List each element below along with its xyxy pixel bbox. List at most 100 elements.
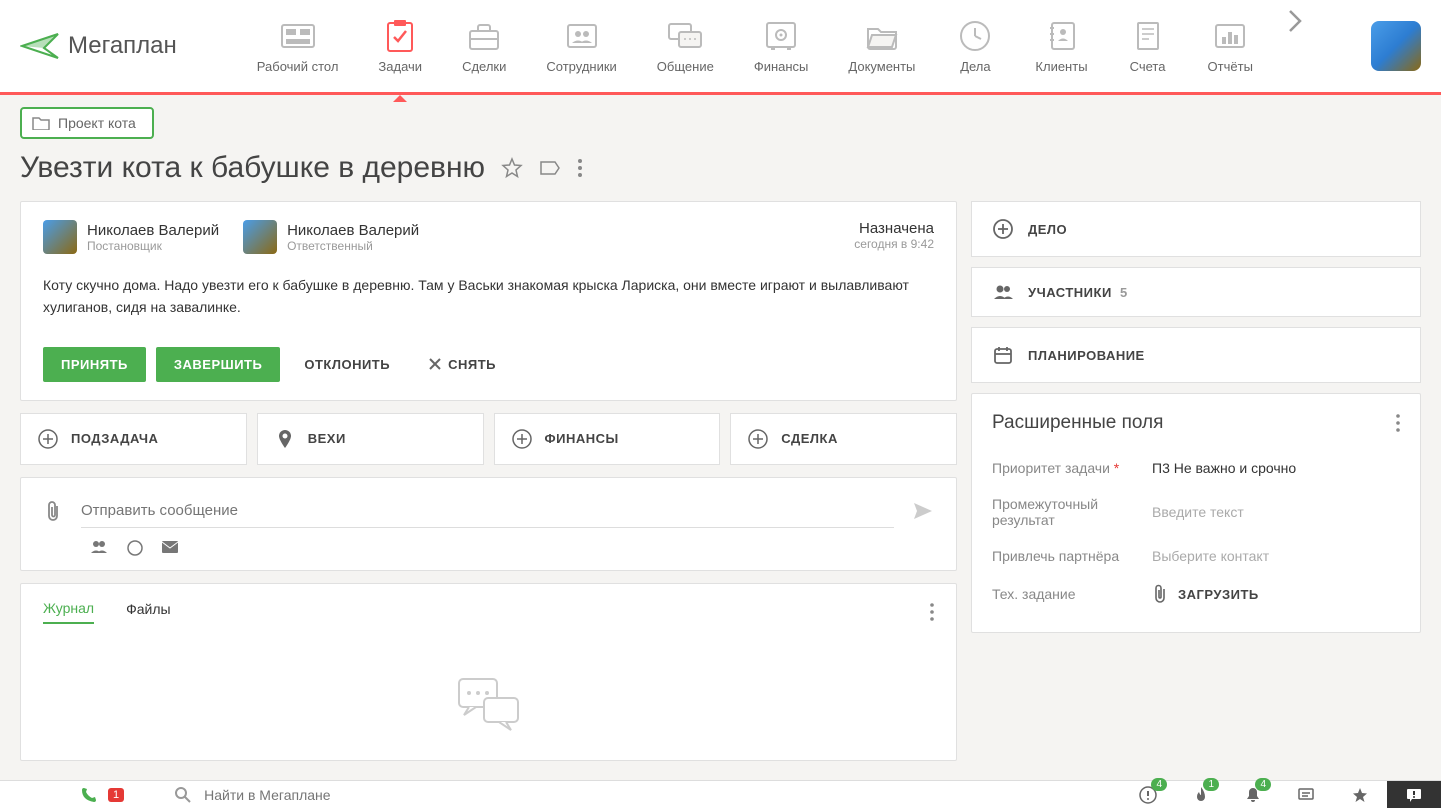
user-avatar[interactable] — [1371, 21, 1421, 71]
chat-bubbles-icon — [454, 674, 524, 734]
add-label: ВЕХИ — [308, 431, 346, 446]
badge: 4 — [1255, 778, 1271, 791]
add-label: ПОДЗАДАЧА — [71, 431, 158, 446]
search-icon[interactable] — [174, 786, 192, 804]
tab-journal[interactable]: Журнал — [43, 600, 94, 624]
main-nav: Рабочий стол Задачи Сделки Сотрудники Об… — [237, 9, 1371, 84]
nav-clients[interactable]: Клиенты — [1015, 9, 1107, 84]
add-finances-button[interactable]: ФИНАНСЫ — [494, 413, 721, 465]
title-row: Увезти кота к бабушке в деревню — [20, 151, 1421, 185]
ext-tech-row[interactable]: Тех. задание ЗАГРУЗИТЬ — [992, 574, 1400, 614]
extended-fields-card: Расширенные поля Приоритет задачи * П3 Н… — [971, 393, 1421, 633]
assignee-role: Постановщик — [87, 239, 219, 253]
remove-button[interactable]: СНЯТЬ — [414, 347, 510, 382]
nav-invoices[interactable]: Счета — [1108, 9, 1188, 84]
ext-label: Привлечь партнёра — [992, 548, 1152, 564]
upload-button[interactable]: ЗАГРУЗИТЬ — [1152, 584, 1259, 604]
nav-label: Сделки — [462, 59, 506, 74]
nav-chat[interactable]: Общение — [637, 9, 734, 84]
side-case[interactable]: ДЕЛО — [971, 201, 1421, 257]
invoice-icon — [1128, 19, 1168, 53]
nav-label: Общение — [657, 59, 714, 74]
message-input[interactable] — [81, 494, 894, 528]
page-title: Увезти кота к бабушке в деревню — [20, 151, 485, 185]
star-icon[interactable] — [501, 157, 523, 179]
side-participants[interactable]: УЧАСТНИКИ 5 — [971, 267, 1421, 317]
avatar — [243, 220, 277, 254]
footer-search-input[interactable] — [204, 787, 1121, 803]
nav-label: Рабочий стол — [257, 59, 339, 74]
nav-employees[interactable]: Сотрудники — [526, 9, 636, 84]
ext-label: Тех. задание — [992, 586, 1152, 602]
mail-icon[interactable] — [161, 540, 179, 556]
assignee-role: Ответственный — [287, 239, 419, 253]
assignee-responsible[interactable]: Николаев Валерий Ответственный — [243, 220, 419, 254]
add-deal-button[interactable]: СДЕЛКА — [730, 413, 957, 465]
ext-value: П3 Не важно и срочно — [1152, 460, 1296, 476]
nav-documents[interactable]: Документы — [828, 9, 935, 84]
extended-fields: Приоритет задачи * П3 Не важно и срочно … — [972, 444, 1420, 632]
footer-message-icon[interactable] — [1279, 783, 1333, 807]
more-vertical-icon[interactable] — [577, 158, 583, 178]
nav-label: Дела — [960, 59, 990, 74]
ext-label: Промежуточный результат — [992, 496, 1152, 528]
ext-priority-row[interactable]: Приоритет задачи * П3 Не важно и срочно — [992, 450, 1400, 486]
nav-affairs[interactable]: Дела — [935, 9, 1015, 84]
calendar-icon — [992, 344, 1014, 366]
footer-feedback-icon[interactable] — [1387, 781, 1441, 808]
attach-icon[interactable] — [43, 500, 63, 522]
right-column: ДЕЛО УЧАСТНИКИ 5 ПЛАНИРОВАНИЕ Расширенны… — [971, 201, 1421, 761]
footer-bell-icon[interactable]: 4 — [1227, 782, 1279, 808]
tab-files[interactable]: Файлы — [126, 601, 170, 623]
status-time: сегодня в 9:42 — [854, 237, 934, 251]
logo-text: Мегаплан — [68, 32, 177, 60]
phone-badge: 1 — [108, 788, 124, 802]
phone-icon[interactable] — [80, 786, 98, 804]
nav-tasks[interactable]: Задачи — [358, 9, 442, 84]
desktop-icon — [278, 19, 318, 53]
journal-empty-state — [43, 624, 934, 734]
add-milestones-button[interactable]: ВЕХИ — [257, 413, 484, 465]
more-vertical-icon[interactable] — [930, 603, 934, 621]
ext-interim-row[interactable]: Промежуточный результат Введите текст — [992, 486, 1400, 538]
pin-icon — [274, 428, 296, 450]
side-label: ДЕЛО — [1028, 222, 1067, 237]
nav-finances[interactable]: Финансы — [734, 9, 829, 84]
nav-reports[interactable]: Отчёты — [1188, 9, 1273, 84]
nav-label: Отчёты — [1208, 59, 1253, 74]
add-label: ФИНАНСЫ — [545, 431, 619, 446]
moon-icon[interactable] — [127, 540, 143, 556]
nav-label: Клиенты — [1035, 59, 1087, 74]
nav-desktop[interactable]: Рабочий стол — [237, 9, 359, 84]
more-vertical-icon[interactable] — [1396, 414, 1400, 432]
assignee-name: Николаев Валерий — [87, 222, 219, 239]
footer-star-icon[interactable] — [1333, 782, 1387, 808]
side-planning[interactable]: ПЛАНИРОВАНИЕ — [971, 327, 1421, 383]
breadcrumb-project[interactable]: Проект кота — [20, 107, 154, 139]
footer-fire-icon[interactable]: 1 — [1175, 782, 1227, 808]
people-icon — [992, 284, 1014, 300]
reject-button[interactable]: ОТКЛОНИТЬ — [290, 347, 404, 382]
participants-count: 5 — [1120, 285, 1128, 300]
accept-button[interactable]: ПРИНЯТЬ — [43, 347, 146, 382]
footer-alert-icon[interactable]: 4 — [1121, 782, 1175, 808]
nav-deals[interactable]: Сделки — [442, 9, 526, 84]
status-block: Назначена сегодня в 9:42 — [854, 220, 934, 251]
people-icon[interactable] — [89, 540, 109, 556]
task-description: Коту скучно дома. Надо увезти его к бабу… — [43, 274, 934, 319]
avatar — [43, 220, 77, 254]
plus-circle-icon — [37, 428, 59, 450]
logo[interactable]: Мегаплан — [20, 26, 177, 66]
assignees-row: Николаев Валерий Постановщик Николаев Ва… — [43, 220, 934, 254]
complete-button[interactable]: ЗАВЕРШИТЬ — [156, 347, 280, 382]
send-icon[interactable] — [912, 501, 934, 521]
tag-icon[interactable] — [539, 159, 561, 177]
nav-more-icon[interactable] — [1273, 9, 1317, 84]
tabs-row: Журнал Файлы — [43, 600, 934, 624]
plus-circle-icon — [992, 218, 1014, 240]
notebook-icon — [1041, 19, 1081, 53]
assignee-owner[interactable]: Николаев Валерий Постановщик — [43, 220, 219, 254]
ext-partner-row[interactable]: Привлечь партнёра Выберите контакт — [992, 538, 1400, 574]
left-column: Николаев Валерий Постановщик Николаев Ва… — [20, 201, 957, 761]
add-subtask-button[interactable]: ПОДЗАДАЧА — [20, 413, 247, 465]
